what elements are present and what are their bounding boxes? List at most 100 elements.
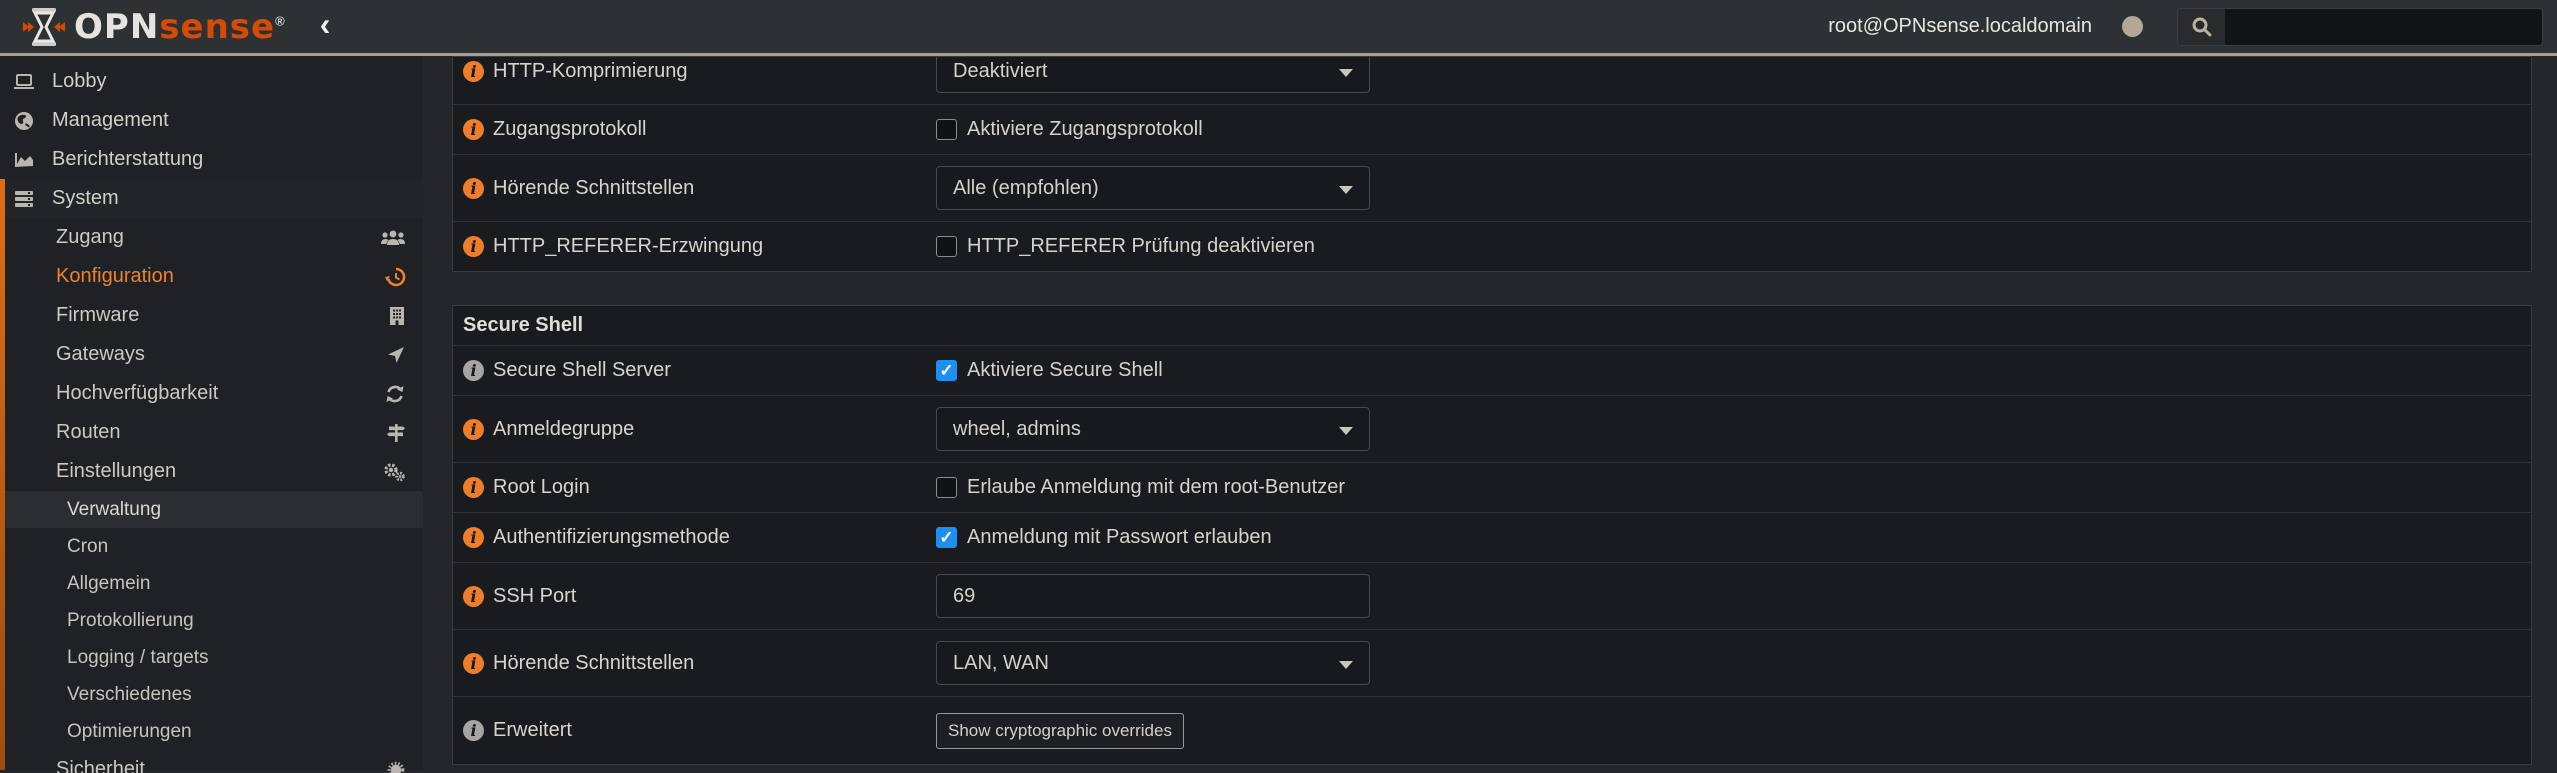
- checkbox-label: Aktiviere Secure Shell: [967, 359, 1163, 382]
- secure-shell-checkbox[interactable]: [936, 360, 957, 381]
- search-box: [2177, 8, 2543, 46]
- form-row-authentifizierungsmethode: i Authentifizierungsmethode Anmeldung mi…: [453, 512, 2531, 562]
- select-value: Alle (empfohlen): [953, 177, 1099, 200]
- login-group-select[interactable]: wheel, admins: [936, 407, 1370, 451]
- sidebar-item-label: Sicherheit: [56, 758, 145, 773]
- http-referer-checkbox[interactable]: [936, 236, 957, 257]
- sidebar-item-protokollierung[interactable]: Protokollierung: [0, 602, 423, 639]
- sidebar-item-logging-targets[interactable]: Logging / targets: [0, 639, 423, 676]
- root-login-checkbox[interactable]: [936, 477, 957, 498]
- select-value: Deaktiviert: [953, 60, 1047, 83]
- sidebar-item-einstellungen[interactable]: Einstellungen: [0, 452, 423, 491]
- sidebar-item-system[interactable]: System: [0, 179, 423, 218]
- zugangsprotokoll-checkbox[interactable]: [936, 119, 957, 140]
- laptop-icon: [13, 72, 35, 92]
- info-icon[interactable]: i: [463, 61, 484, 82]
- info-icon[interactable]: i: [463, 178, 484, 199]
- brand-sense: sense: [159, 7, 275, 47]
- form-row-hoerende-schnittstellen-gui: i Hörende Schnittstellen Alle (empfohlen…: [453, 154, 2531, 221]
- sidebar-item-label: Verschiedenes: [67, 684, 192, 706]
- sidebar-item-optimierungen[interactable]: Optimierungen: [0, 713, 423, 750]
- brand-opn: OPN: [74, 7, 159, 47]
- checkbox-label: Aktiviere Zugangsprotokoll: [967, 118, 1203, 141]
- field-label: Secure Shell Server: [493, 359, 671, 382]
- caret-down-icon: [1339, 661, 1353, 669]
- status-indicator-circle: [2122, 16, 2143, 37]
- sidebar-item-lobby[interactable]: Lobby: [0, 62, 423, 101]
- sidebar-item-gateways[interactable]: Gateways: [0, 335, 423, 374]
- info-icon[interactable]: i: [463, 653, 484, 674]
- topbar: OPNsense® ‹ root@OPNsense.localdomain: [0, 0, 2557, 56]
- http-komprimierung-select[interactable]: Deaktiviert: [936, 56, 1370, 93]
- show-cryptographic-overrides-button[interactable]: Show cryptographic overrides: [936, 713, 1184, 749]
- sidebar-item-verwaltung[interactable]: Verwaltung: [0, 491, 423, 528]
- server-icon: [13, 189, 35, 209]
- form-row-ssh-port: i SSH Port: [453, 562, 2531, 629]
- form-row-anmeldegruppe: i Anmeldegruppe wheel, admins: [453, 395, 2531, 462]
- ssh-interfaces-select[interactable]: LAN, WAN: [936, 641, 1370, 685]
- info-icon[interactable]: i: [463, 527, 484, 548]
- info-icon[interactable]: i: [463, 236, 484, 257]
- info-icon[interactable]: i: [463, 119, 484, 140]
- password-login-checkbox[interactable]: [936, 527, 957, 548]
- sidebar-item-sicherheit[interactable]: Sicherheit: [0, 750, 423, 773]
- search-input[interactable]: [2225, 9, 2542, 45]
- sidebar-item-label: Optimierungen: [67, 721, 192, 743]
- building-icon: [388, 306, 406, 326]
- info-icon[interactable]: i: [463, 477, 484, 498]
- select-value: wheel, admins: [953, 418, 1081, 441]
- info-icon[interactable]: i: [463, 419, 484, 440]
- sidebar-item-management[interactable]: Management: [0, 101, 423, 140]
- signpost-icon: [386, 423, 406, 443]
- field-label: Hörende Schnittstellen: [493, 177, 694, 200]
- sidebar-item-label: Allgemein: [67, 573, 150, 595]
- checkbox-label: HTTP_REFERER Prüfung deaktivieren: [967, 235, 1315, 258]
- sidebar-item-konfiguration[interactable]: Konfiguration: [0, 257, 423, 296]
- field-label: HTTP-Komprimierung: [493, 60, 687, 83]
- sidebar-item-zugang[interactable]: Zugang: [0, 218, 423, 257]
- caret-down-icon: [1339, 69, 1353, 77]
- sidebar-item-verschiedenes[interactable]: Verschiedenes: [0, 676, 423, 713]
- ssh-port-input[interactable]: [936, 574, 1370, 618]
- sidebar-item-label: Hochverfügbarkeit: [56, 382, 218, 405]
- certificate-icon: [386, 760, 406, 773]
- sidebar-item-allgemein[interactable]: Allgemein: [0, 565, 423, 602]
- field-label: HTTP_REFERER-Erzwingung: [493, 235, 763, 258]
- sidebar-item-label: Zugang: [56, 226, 124, 249]
- area-chart-icon: [13, 150, 35, 170]
- sidebar-item-cron[interactable]: Cron: [0, 528, 423, 565]
- sidebar-item-hochverfuegbarkeit[interactable]: Hochverfügbarkeit: [0, 374, 423, 413]
- info-icon[interactable]: i: [463, 720, 484, 741]
- main-content: i HTTP-Komprimierung Deaktiviert i Zugan…: [423, 56, 2557, 770]
- sidebar-item-label: Berichterstattung: [52, 148, 203, 171]
- sidebar-item-berichterstattung[interactable]: Berichterstattung: [0, 140, 423, 179]
- sidebar-item-label: Lobby: [52, 70, 107, 93]
- info-icon[interactable]: i: [463, 360, 484, 381]
- sidebar-item-label: Konfiguration: [56, 265, 174, 288]
- gui-interfaces-select[interactable]: Alle (empfohlen): [936, 166, 1370, 210]
- form-row-http-komprimierung: i HTTP-Komprimierung Deaktiviert: [453, 56, 2531, 104]
- form-row-hoerende-schnittstellen-ssh: i Hörende Schnittstellen LAN, WAN: [453, 629, 2531, 696]
- sidebar-item-label: System: [52, 187, 119, 210]
- brand-text: OPNsense®: [74, 10, 286, 44]
- sidebar-item-routen[interactable]: Routen: [0, 413, 423, 452]
- sidebar-item-label: Protokollierung: [67, 610, 194, 632]
- logged-in-user: root@OPNsense.localdomain: [1828, 15, 2092, 38]
- sidebar-collapse-button[interactable]: ‹: [320, 8, 331, 40]
- sidebar-nav: Lobby Management Berichterstattung: [0, 56, 423, 770]
- checkbox-label: Erlaube Anmeldung mit dem root-Benutzer: [967, 476, 1345, 499]
- sidebar-item-label: Einstellungen: [56, 460, 176, 483]
- secure-shell-panel: Secure Shell i Secure Shell Server Aktiv…: [452, 305, 2532, 765]
- globe-icon: [13, 111, 35, 131]
- field-label: Authentifizierungsmethode: [493, 526, 730, 549]
- sidebar-item-label: Management: [52, 109, 169, 132]
- info-icon[interactable]: i: [463, 586, 484, 607]
- form-row-http-referer: i HTTP_REFERER-Erzwingung HTTP_REFERER P…: [453, 221, 2531, 271]
- form-row-zugangsprotokoll: i Zugangsprotokoll Aktiviere Zugangsprot…: [453, 104, 2531, 154]
- sidebar-item-label: Cron: [67, 536, 108, 558]
- sidebar-item-firmware[interactable]: Firmware: [0, 296, 423, 335]
- webgui-settings-panel: i HTTP-Komprimierung Deaktiviert i Zugan…: [452, 56, 2532, 272]
- opnsense-logo[interactable]: OPNsense®: [22, 6, 286, 48]
- search-button[interactable]: [2178, 9, 2225, 45]
- field-label: Root Login: [493, 476, 590, 499]
